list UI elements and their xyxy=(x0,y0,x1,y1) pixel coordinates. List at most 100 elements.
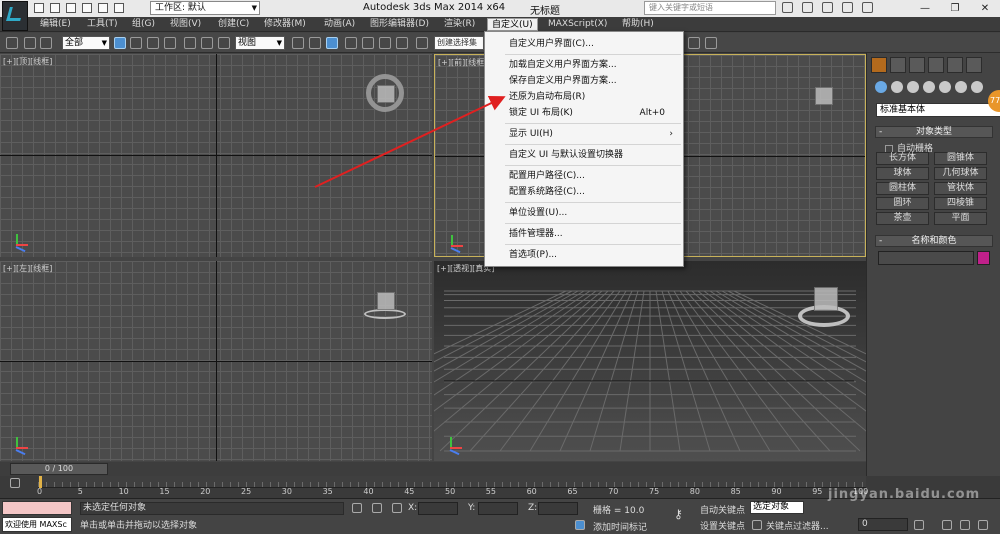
render-production-icon[interactable] xyxy=(705,37,717,49)
move-icon[interactable] xyxy=(184,37,196,49)
key-filters-button[interactable]: 关键点过滤器... xyxy=(766,519,829,532)
key-selection-dropdown[interactable]: 选定对象 xyxy=(750,501,804,514)
viewport-label[interactable]: [+][左][线框] xyxy=(3,263,52,274)
rectangular-selection-icon[interactable] xyxy=(147,37,159,49)
selection-lock-icon[interactable] xyxy=(372,503,382,513)
menu-animation[interactable]: 动画(A) xyxy=(320,18,359,31)
menu-item-customize-ui[interactable]: 自定义用户界面(C)... xyxy=(509,37,679,51)
render-frame-window-icon[interactable] xyxy=(688,37,700,49)
hierarchy-tab-icon[interactable] xyxy=(909,57,925,73)
scale-icon[interactable] xyxy=(218,37,230,49)
menu-modifiers[interactable]: 修改器(M) xyxy=(260,18,310,31)
menu-views[interactable]: 视图(V) xyxy=(166,18,205,31)
sphere-button[interactable]: 球体 xyxy=(876,167,929,180)
name-color-rollout[interactable]: - 名称和颜色 xyxy=(875,235,993,247)
tube-button[interactable]: 管状体 xyxy=(934,182,987,195)
menu-item-configure-user-paths[interactable]: 配置用户路径(C)... xyxy=(509,169,679,183)
systems-icon[interactable] xyxy=(971,81,983,93)
selection-filter-dropdown[interactable]: 全部 ▼ xyxy=(62,36,110,50)
angle-snap-icon[interactable] xyxy=(362,37,374,49)
search-input[interactable]: 键入关键字或短语 xyxy=(644,1,776,15)
y-coordinate-field[interactable] xyxy=(478,502,518,515)
object-type-rollout[interactable]: - 对象类型 xyxy=(875,126,993,138)
viewport-label[interactable]: [+][前][线框] xyxy=(438,57,487,68)
menu-item-lock-ui-layout[interactable]: 锁定 UI 布局(K) Alt+0 xyxy=(509,106,679,120)
cylinder-button[interactable]: 圆柱体 xyxy=(876,182,929,195)
edit-named-selection-icon[interactable] xyxy=(416,37,428,49)
time-slider[interactable]: 0 / 100 xyxy=(0,462,866,476)
space-warps-icon[interactable] xyxy=(955,81,967,93)
viewcube-icon[interactable] xyxy=(815,87,833,105)
link-icon[interactable] xyxy=(24,37,36,49)
select-and-manipulate-icon[interactable] xyxy=(309,37,321,49)
communication-icon[interactable] xyxy=(822,2,833,13)
viewport-left[interactable]: [+][左][线框] xyxy=(0,261,432,461)
pyramid-button[interactable]: 四棱锥 xyxy=(934,197,987,210)
menu-item-configure-system-paths[interactable]: 配置系统路径(C)... xyxy=(509,185,679,199)
select-object-icon[interactable] xyxy=(114,37,126,49)
object-name-input[interactable] xyxy=(878,251,974,265)
pan-view-icon[interactable] xyxy=(942,520,952,530)
teapot-button[interactable]: 茶壶 xyxy=(876,212,929,225)
shapes-icon[interactable] xyxy=(891,81,903,93)
viewcube-icon[interactable] xyxy=(377,292,395,310)
menu-tools[interactable]: 工具(T) xyxy=(83,18,122,31)
set-key-button[interactable]: 设置关键点 xyxy=(700,519,745,532)
percent-snap-icon[interactable] xyxy=(379,37,391,49)
utilities-tab-icon[interactable] xyxy=(966,57,982,73)
cameras-icon[interactable] xyxy=(923,81,935,93)
torus-button[interactable]: 圆环 xyxy=(876,197,929,210)
restore-button[interactable]: ❐ xyxy=(940,0,970,17)
menu-item-plugin-manager[interactable]: 插件管理器... xyxy=(509,227,679,241)
workspace-dropdown[interactable]: 工作区: 默认 ▼ xyxy=(150,1,260,15)
menu-create[interactable]: 创建(C) xyxy=(214,18,253,31)
object-color-swatch[interactable] xyxy=(977,251,990,265)
open-file-icon[interactable] xyxy=(50,3,60,13)
viewport-label[interactable]: [+][顶][线框] xyxy=(3,56,52,67)
time-tag-icon[interactable] xyxy=(575,520,585,530)
spinner-snap-icon[interactable] xyxy=(396,37,408,49)
box-button[interactable]: 长方体 xyxy=(876,152,929,165)
key-mode-icon[interactable] xyxy=(752,520,762,530)
viewport-top[interactable]: [+][顶][线框] xyxy=(0,54,432,257)
pivot-center-icon[interactable] xyxy=(292,37,304,49)
z-coordinate-field[interactable] xyxy=(538,502,578,515)
new-file-icon[interactable] xyxy=(34,3,44,13)
lights-icon[interactable] xyxy=(907,81,919,93)
select-by-name-icon[interactable] xyxy=(130,37,142,49)
key-icon[interactable]: ⚷ xyxy=(674,508,684,520)
named-selection-set-dropdown[interactable]: 创建选择集 xyxy=(434,36,484,50)
maxscript-welcome[interactable]: 欢迎使用 MAXSc xyxy=(2,517,72,532)
display-tab-icon[interactable] xyxy=(947,57,963,73)
keyboard-shortcut-override-icon[interactable] xyxy=(326,37,338,49)
isolate-selection-icon[interactable] xyxy=(352,503,362,513)
favorites-icon[interactable] xyxy=(842,2,853,13)
save-icon[interactable] xyxy=(66,3,76,13)
geosphere-button[interactable]: 几何球体 xyxy=(934,167,987,180)
undo-icon[interactable] xyxy=(6,37,18,49)
close-button[interactable]: ✕ xyxy=(970,0,1000,17)
help-icon[interactable] xyxy=(862,2,873,13)
menu-help[interactable]: 帮助(H) xyxy=(618,18,658,31)
menu-item-show-ui[interactable]: 显示 UI(H) › xyxy=(509,127,679,141)
menu-group[interactable]: 组(G) xyxy=(128,18,159,31)
menu-item-units-setup[interactable]: 单位设置(U)... xyxy=(509,206,679,220)
subscription-icon[interactable] xyxy=(802,2,813,13)
snaps-toggle-icon[interactable] xyxy=(345,37,357,49)
auto-key-button[interactable]: 自动关键点 xyxy=(700,503,745,516)
viewcube-icon[interactable] xyxy=(377,85,395,103)
redo-icon[interactable] xyxy=(98,3,108,13)
x-coordinate-field[interactable] xyxy=(418,502,458,515)
helpers-icon[interactable] xyxy=(939,81,951,93)
menu-customize[interactable]: 自定义(U) xyxy=(487,18,538,31)
menu-edit[interactable]: 编辑(E) xyxy=(36,18,75,31)
time-configuration-icon[interactable] xyxy=(914,520,924,530)
minimize-button[interactable]: — xyxy=(910,0,940,17)
cone-button[interactable]: 圆锥体 xyxy=(934,152,987,165)
menu-graph-editors[interactable]: 图形编辑器(D) xyxy=(366,18,433,31)
bind-space-warp-icon[interactable] xyxy=(40,37,52,49)
undo-icon[interactable] xyxy=(82,3,92,13)
reference-coordinate-dropdown[interactable]: 视图 ▼ xyxy=(235,36,285,50)
current-frame-field[interactable]: 0 xyxy=(858,518,908,531)
modify-tab-icon[interactable] xyxy=(890,57,906,73)
